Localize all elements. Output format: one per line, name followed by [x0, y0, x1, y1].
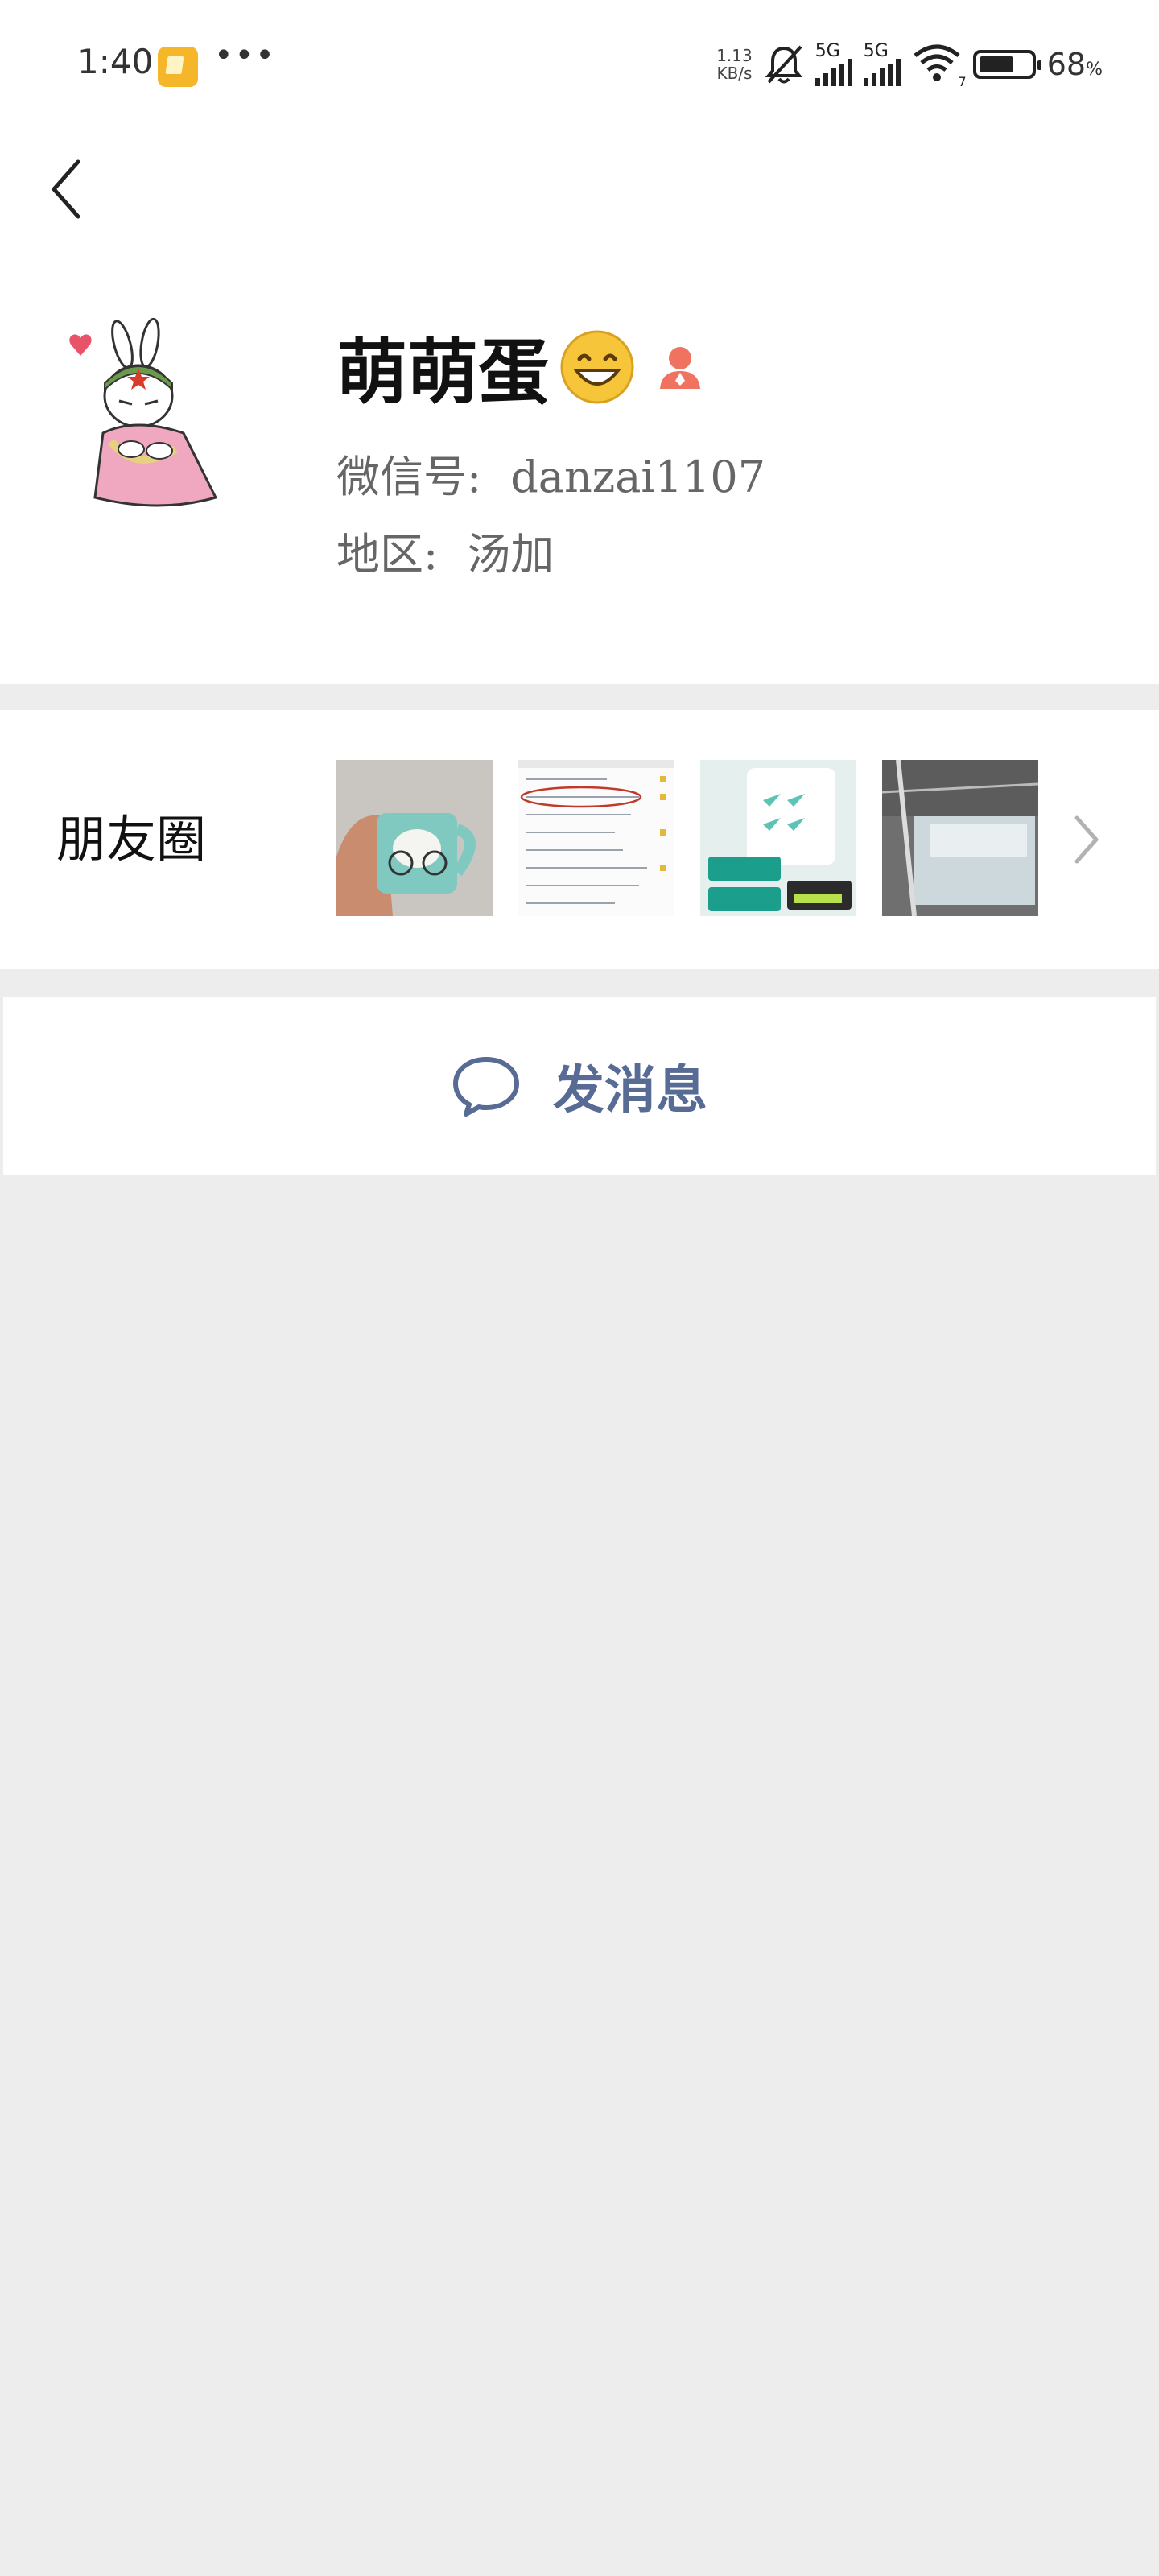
wechat-id-line: 微信号: danzai1107	[336, 441, 765, 505]
app-screenshot	[700, 760, 856, 916]
region-line: 地区: 汤加	[336, 518, 554, 582]
signal-icon	[863, 59, 901, 86]
wifi-icon	[914, 44, 960, 81]
mute-bell-icon	[765, 45, 803, 84]
network-speed-unit: KB/s	[716, 64, 753, 83]
chevron-left-icon	[52, 159, 80, 219]
gallery-app-icon	[158, 47, 198, 87]
region-value: 汤加	[467, 529, 555, 580]
battery-percent-unit: %	[1086, 60, 1103, 80]
moments-thumbnail-laptop	[882, 760, 1038, 916]
region-label: 地区:	[336, 529, 439, 580]
avatar-image	[69, 317, 218, 507]
status-time: 1:40	[77, 42, 154, 81]
moments-row[interactable]: 朋友圈	[0, 710, 1159, 969]
female-icon	[660, 346, 701, 389]
mug-photo	[336, 760, 493, 916]
list-screenshot	[518, 760, 674, 916]
moments-thumbnail-list	[518, 760, 674, 916]
wifi-sub-label: 7	[958, 74, 967, 89]
send-message-label: 发消息	[553, 1060, 707, 1121]
wechat-id-value[interactable]: danzai1107	[510, 452, 765, 502]
status-bar: 1:40 ••• 1.13 KB/s 5G 5G 7 68%	[0, 0, 1159, 121]
wifi-status: 7	[912, 43, 967, 89]
chat-bubble-icon	[453, 1057, 519, 1117]
send-message-button[interactable]: 发消息	[3, 997, 1156, 1175]
chevron-right-icon	[1074, 815, 1099, 864]
moments-label: 朋友圈	[56, 810, 207, 869]
signal-icon	[815, 59, 852, 86]
grin-emoji-icon	[560, 330, 634, 403]
battery-level-fill	[979, 56, 1013, 72]
moments-thumbnail-app	[700, 760, 856, 916]
signal-sim2: 5G	[863, 41, 901, 86]
sim2-network-type: 5G	[863, 41, 889, 61]
network-speed: 1.13 KB/s	[716, 47, 753, 82]
wechat-id-label: 微信号:	[336, 452, 482, 502]
nickname-row: 萌萌蛋	[336, 316, 707, 418]
nickname: 萌萌蛋	[336, 330, 550, 414]
sim1-network-type: 5G	[815, 41, 840, 61]
back-button[interactable]	[42, 153, 90, 225]
battery-icon	[972, 50, 1041, 79]
signal-sim1: 5G	[815, 43, 852, 86]
more-notifications-icon: •••	[214, 37, 276, 74]
status-indicators: 1.13 KB/s 5G 5G 7 68%	[716, 40, 1103, 90]
battery-percent-value: 68	[1046, 47, 1087, 82]
moments-thumbnail-mug	[336, 760, 493, 916]
battery-percent: 68%	[1047, 47, 1103, 82]
avatar[interactable]	[55, 312, 261, 518]
network-speed-value: 1.13	[716, 46, 753, 65]
laptop-photo	[882, 760, 1038, 916]
